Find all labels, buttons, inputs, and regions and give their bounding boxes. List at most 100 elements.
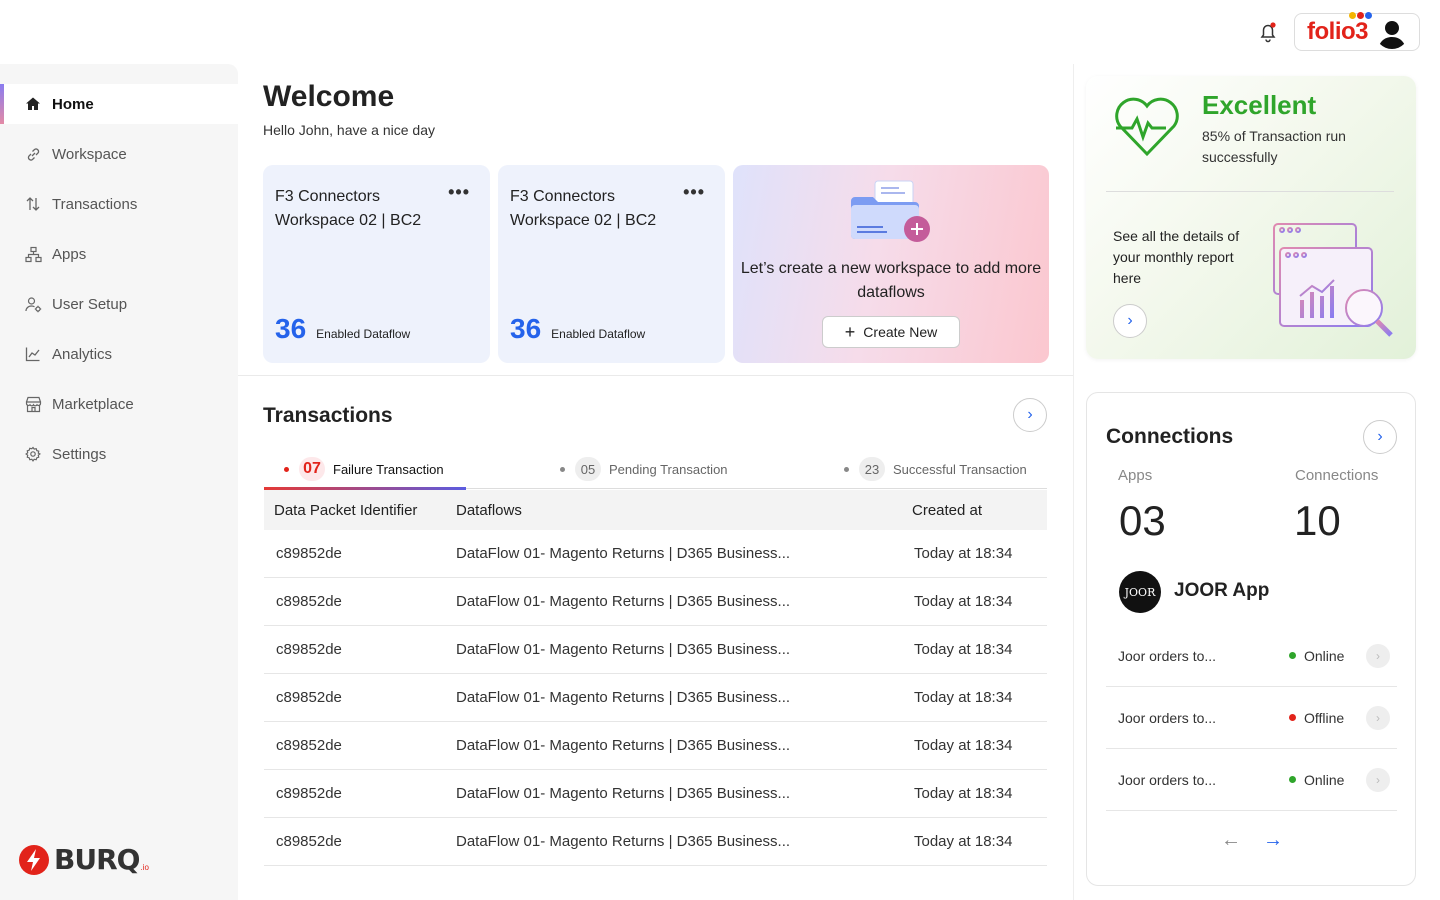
joor-logo: JOOR bbox=[1119, 571, 1161, 613]
table-cell: DataFlow 01- Magento Returns | D365 Busi… bbox=[456, 641, 912, 658]
report-analytics-icon bbox=[1272, 222, 1400, 346]
status-dot bbox=[560, 467, 565, 472]
tab-successful-transaction[interactable]: 23 Successful Transaction bbox=[844, 450, 1027, 488]
health-divider bbox=[1106, 191, 1394, 192]
table-cell: Today at 18:34 bbox=[912, 737, 1047, 754]
status-dot bbox=[1289, 652, 1296, 659]
workspace-card[interactable]: F3 Connectors Workspace 02 | BC2 ••• 36 … bbox=[498, 165, 725, 363]
sidebar-item-user-setup[interactable]: User Setup bbox=[0, 284, 238, 324]
table-row[interactable]: c89852de DataFlow 01- Magento Returns | … bbox=[264, 818, 1047, 866]
table-row[interactable]: c89852de DataFlow 01- Magento Returns | … bbox=[264, 770, 1047, 818]
table-cell: DataFlow 01- Magento Returns | D365 Busi… bbox=[456, 593, 912, 610]
table-cell: Today at 18:34 bbox=[912, 593, 1047, 610]
status-badge: Offline bbox=[1289, 710, 1344, 726]
tab-count: 23 bbox=[859, 457, 885, 481]
tab-count: 05 bbox=[575, 457, 601, 481]
status-text: Online bbox=[1304, 648, 1344, 664]
chevron-right-icon: › bbox=[1027, 406, 1032, 424]
table-cell: Today at 18:34 bbox=[912, 545, 1047, 562]
greeting-text: Hello John, have a nice day bbox=[263, 122, 435, 138]
user-gear-icon bbox=[24, 295, 42, 313]
table-cell: c89852de bbox=[264, 545, 456, 562]
plus-icon: + bbox=[845, 322, 856, 343]
sidebar-item-marketplace[interactable]: Marketplace bbox=[0, 384, 238, 424]
sidebar-item-transactions[interactable]: Transactions bbox=[0, 184, 238, 224]
status-text: Online bbox=[1304, 772, 1344, 788]
chevron-right-icon[interactable]: › bbox=[1366, 644, 1390, 668]
top-bar: folio3 bbox=[0, 0, 1440, 64]
connections-next-button[interactable]: › bbox=[1363, 420, 1397, 454]
create-workspace-card: Let’s create a new workspace to add more… bbox=[733, 165, 1049, 363]
sidebar-item-label: Home bbox=[52, 96, 94, 113]
table-cell: DataFlow 01- Magento Returns | D365 Busi… bbox=[456, 545, 912, 562]
profile-menu[interactable]: folio3 bbox=[1294, 13, 1420, 51]
page-title: Welcome bbox=[263, 80, 394, 114]
monthly-report-text: See all the details of your monthly repo… bbox=[1113, 226, 1243, 289]
sidebar-item-label: Apps bbox=[52, 246, 86, 263]
burq-logo: BURQ .io bbox=[18, 843, 149, 876]
user-avatar[interactable] bbox=[1375, 15, 1409, 49]
workspace-dataflow-count: 36 Enabled Dataflow bbox=[510, 313, 645, 345]
more-options-icon[interactable]: ••• bbox=[683, 187, 705, 197]
chevron-right-icon[interactable]: › bbox=[1366, 768, 1390, 792]
create-workspace-text: Let’s create a new workspace to add more… bbox=[733, 257, 1049, 305]
health-card: Excellent 85% of Transaction run success… bbox=[1086, 76, 1416, 359]
report-details-button[interactable]: › bbox=[1113, 304, 1147, 338]
table-row[interactable]: c89852de DataFlow 01- Magento Returns | … bbox=[264, 722, 1047, 770]
more-options-icon[interactable]: ••• bbox=[448, 187, 470, 197]
tab-label: Successful Transaction bbox=[893, 462, 1027, 477]
dataflow-count: 36 bbox=[510, 313, 541, 345]
table-cell: c89852de bbox=[264, 641, 456, 658]
right-panel: Excellent 85% of Transaction run success… bbox=[1073, 64, 1440, 900]
workspace-card[interactable]: F3 Connectors Workspace 02 | BC2 ••• 36 … bbox=[263, 165, 490, 363]
table-cell: c89852de bbox=[264, 785, 456, 802]
connection-row[interactable]: Joor orders to... Offline › bbox=[1106, 687, 1397, 749]
table-cell: DataFlow 01- Magento Returns | D365 Busi… bbox=[456, 737, 912, 754]
transactions-next-button[interactable]: › bbox=[1013, 398, 1047, 432]
status-dot bbox=[284, 467, 289, 472]
create-new-button[interactable]: + Create New bbox=[822, 316, 960, 348]
table-row[interactable]: c89852de DataFlow 01- Magento Returns | … bbox=[264, 674, 1047, 722]
arrow-left-icon[interactable]: ← bbox=[1221, 829, 1241, 852]
table-cell: c89852de bbox=[264, 833, 456, 850]
table-cell: Today at 18:34 bbox=[912, 785, 1047, 802]
connection-row[interactable]: Joor orders to... Online › bbox=[1106, 749, 1397, 811]
status-dot bbox=[1289, 714, 1296, 721]
link-icon bbox=[24, 145, 42, 163]
line-chart-icon bbox=[24, 345, 42, 363]
bell-icon[interactable] bbox=[1256, 20, 1280, 44]
store-icon bbox=[24, 395, 42, 413]
tab-label: Failure Transaction bbox=[333, 462, 444, 477]
brand-logo-dots bbox=[1349, 12, 1372, 19]
sidebar-item-home[interactable]: Home bbox=[0, 84, 238, 124]
tab-failure-transaction[interactable]: 07 Failure Transaction bbox=[284, 450, 444, 488]
brand-logo: folio3 bbox=[1307, 18, 1368, 46]
sidebar-item-label: Settings bbox=[52, 446, 106, 463]
connection-row[interactable]: Joor orders to... Online › bbox=[1106, 625, 1397, 687]
sidebar-item-analytics[interactable]: Analytics bbox=[0, 334, 238, 374]
sidebar-item-workspace[interactable]: Workspace bbox=[0, 134, 238, 174]
connection-name: Joor orders to... bbox=[1118, 648, 1216, 664]
connections-card: Connections › Apps Connections 03 10 JOO… bbox=[1086, 392, 1416, 886]
sidebar-item-settings[interactable]: Settings bbox=[0, 434, 238, 474]
table-cell: c89852de bbox=[264, 689, 456, 706]
table-row[interactable]: c89852de DataFlow 01- Magento Returns | … bbox=[264, 530, 1047, 578]
table-row[interactable]: c89852de DataFlow 01- Magento Returns | … bbox=[264, 626, 1047, 674]
arrow-right-icon[interactable]: → bbox=[1263, 829, 1283, 852]
chevron-right-icon: › bbox=[1127, 312, 1132, 330]
sidebar-item-apps[interactable]: Apps bbox=[0, 234, 238, 274]
sidebar: Home Workspace Transactions Apps User Se… bbox=[0, 64, 238, 900]
sitemap-icon bbox=[24, 245, 42, 263]
status-badge: Online bbox=[1289, 772, 1344, 788]
table-cell: Today at 18:34 bbox=[912, 689, 1047, 706]
connection-name: Joor orders to... bbox=[1118, 772, 1216, 788]
chevron-right-icon[interactable]: › bbox=[1366, 706, 1390, 730]
column-header: Data Packet Identifier bbox=[264, 502, 456, 519]
chevron-right-icon: › bbox=[1377, 428, 1382, 446]
tab-pending-transaction[interactable]: 05 Pending Transaction bbox=[560, 450, 728, 488]
table-row[interactable]: c89852de DataFlow 01- Magento Returns | … bbox=[264, 578, 1047, 626]
burq-logo-mark bbox=[18, 844, 50, 876]
health-status-subtitle: 85% of Transaction run successfully bbox=[1202, 126, 1382, 168]
dataflow-count-label: Enabled Dataflow bbox=[316, 327, 410, 341]
sidebar-item-label: User Setup bbox=[52, 296, 127, 313]
